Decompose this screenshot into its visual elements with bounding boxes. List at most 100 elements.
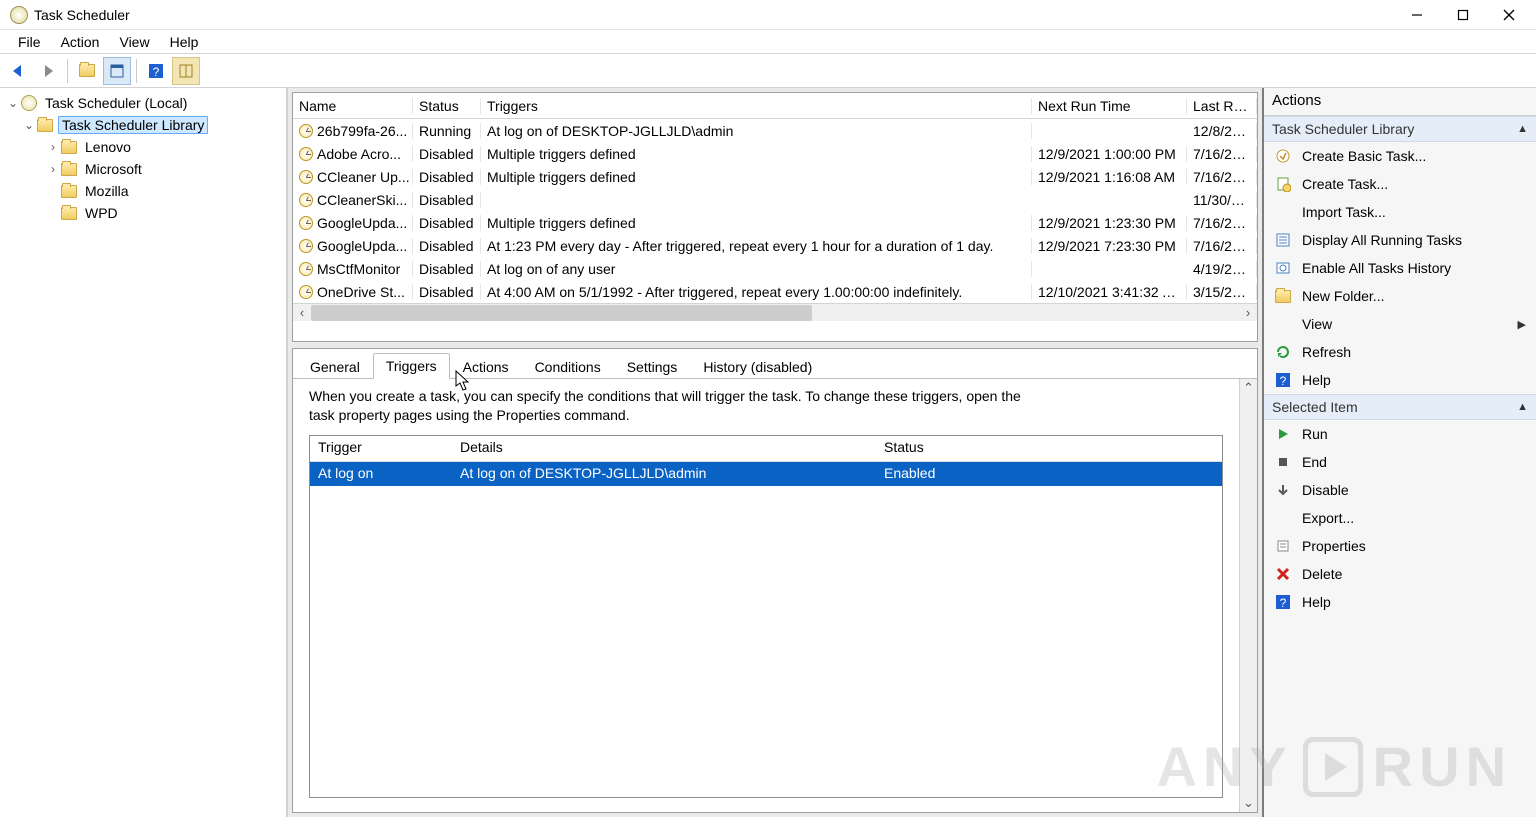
action-item[interactable]: Delete [1264,560,1536,588]
col-lastrun[interactable]: Last Run T [1187,98,1257,114]
tree-item-microsoft[interactable]: › Microsoft [0,158,286,180]
tree-pane[interactable]: ⌄ Task Scheduler (Local) ⌄ Task Schedule… [0,88,288,817]
chevron-right-icon[interactable]: › [46,140,60,154]
action-item[interactable]: ?Help [1264,366,1536,394]
action-item[interactable]: Enable All Tasks History [1264,254,1536,282]
action-item[interactable]: Refresh [1264,338,1536,366]
menu-file[interactable]: File [8,34,51,50]
col-name[interactable]: Name [293,98,413,114]
tab-settings[interactable]: Settings [614,354,691,379]
toolbar-show-hide-button[interactable] [103,57,131,85]
col-trigger[interactable]: Trigger [310,436,452,461]
chevron-down-icon[interactable]: ⌄ [22,118,36,132]
task-row[interactable]: CCleanerSki...Disabled11/30/199 [293,188,1257,211]
task-row[interactable]: GoogleUpda...DisabledMultiple triggers d… [293,211,1257,234]
triggers-table[interactable]: Trigger Details Status At log onAt log o… [309,435,1223,798]
tasks-h-scrollbar[interactable]: ‹ › [293,303,1257,321]
tasks-list[interactable]: Name Status Triggers Next Run Time Last … [292,92,1258,342]
stop-icon [1274,453,1292,471]
chevron-up-icon[interactable]: ▲ [1517,401,1528,413]
blank-icon [1274,203,1292,221]
col-status[interactable]: Status [413,98,481,114]
actions-section-library[interactable]: Task Scheduler Library ▲ [1264,116,1536,142]
tree-item-label: Microsoft [82,161,145,177]
action-item[interactable]: New Folder... [1264,282,1536,310]
task-row[interactable]: CCleaner Up...DisabledMultiple triggers … [293,165,1257,188]
scroll-left-icon[interactable]: ‹ [293,304,311,322]
col-nextrun[interactable]: Next Run Time [1032,98,1187,114]
action-item[interactable]: Run [1264,420,1536,448]
action-item[interactable]: ?Help [1264,588,1536,616]
scroll-up-icon[interactable]: ⌃ [1240,379,1257,397]
col-triggers[interactable]: Triggers [481,98,1032,114]
folder-icon [61,185,77,198]
col-details[interactable]: Details [452,436,876,461]
blank-icon [1274,315,1292,333]
menu-action[interactable]: Action [51,34,110,50]
task-row[interactable]: Adobe Acro...DisabledMultiple triggers d… [293,142,1257,165]
tree-item-mozilla[interactable]: Mozilla [0,180,286,202]
tab-triggers[interactable]: Triggers [373,353,450,379]
actions-pane: Actions Task Scheduler Library ▲ Create … [1262,88,1536,817]
action-item[interactable]: Disable [1264,476,1536,504]
chevron-down-icon[interactable]: ⌄ [6,96,20,110]
action-item[interactable]: View▶ [1264,310,1536,338]
toolbar-up-button[interactable] [73,57,101,85]
tab-actions[interactable]: Actions [450,354,522,379]
actions-section-selected[interactable]: Selected Item ▲ [1264,394,1536,420]
toolbar-pane-button[interactable] [172,57,200,85]
minimize-button[interactable] [1394,0,1440,30]
down-icon [1274,481,1292,499]
action-label: View [1302,316,1332,332]
svg-text:?: ? [1280,374,1287,388]
action-item[interactable]: Display All Running Tasks [1264,226,1536,254]
actions-section-label: Selected Item [1272,399,1358,415]
action-item[interactable]: Properties [1264,532,1536,560]
menu-view[interactable]: View [109,34,159,50]
trigger-row[interactable]: At log onAt log on of DESKTOP-JGLLJLD\ad… [310,462,1222,486]
col-status[interactable]: Status [876,436,964,461]
scroll-right-icon[interactable]: › [1239,304,1257,322]
action-item[interactable]: Import Task... [1264,198,1536,226]
tree-item-lenovo[interactable]: › Lenovo [0,136,286,158]
maximize-button[interactable] [1440,0,1486,30]
task-name: CCleaner Up... [317,169,410,185]
watermark-text: ANY [1156,734,1292,799]
folder-icon [1274,287,1292,305]
task-name: OneDrive St... [317,284,405,300]
task-name: GoogleUpda... [317,215,407,231]
action-item[interactable]: Export... [1264,504,1536,532]
action-item[interactable]: Create Task... [1264,170,1536,198]
chevron-up-icon[interactable]: ▲ [1517,123,1528,135]
action-item[interactable]: End [1264,448,1536,476]
task-triggers: Multiple triggers defined [481,146,1032,162]
toolbar-help-button[interactable]: ? [142,57,170,85]
tab-conditions[interactable]: Conditions [522,354,614,379]
tab-general[interactable]: General [297,354,373,379]
scroll-thumb[interactable] [311,305,812,321]
scroll-track[interactable] [311,304,1239,322]
task-lastrun: 7/16/2021 [1187,215,1257,231]
close-button[interactable] [1486,0,1532,30]
folder-icon [61,141,77,154]
tree-item-wpd[interactable]: WPD [0,202,286,224]
task-lastrun: 7/16/2021 [1187,146,1257,162]
task-row[interactable]: MsCtfMonitorDisabledAt log on of any use… [293,257,1257,280]
folder-icon [61,163,77,176]
clock-icon [299,239,313,253]
task-lastrun: 12/8/2021 [1187,123,1257,139]
tree-root[interactable]: ⌄ Task Scheduler (Local) [0,92,286,114]
tree-library[interactable]: ⌄ Task Scheduler Library [0,114,286,136]
task-row[interactable]: GoogleUpda...DisabledAt 1:23 PM every da… [293,234,1257,257]
task-detail: General Triggers Actions Conditions Sett… [292,348,1258,813]
toolbar-back-button[interactable] [4,57,32,85]
watermark-text: RUN [1373,734,1512,799]
action-item[interactable]: Create Basic Task... [1264,142,1536,170]
toolbar-forward-button[interactable] [34,57,62,85]
action-label: Create Task... [1302,176,1388,192]
chevron-right-icon[interactable]: › [46,162,60,176]
task-row[interactable]: OneDrive St...DisabledAt 4:00 AM on 5/1/… [293,280,1257,303]
menu-help[interactable]: Help [160,34,209,50]
tab-history[interactable]: History (disabled) [690,354,825,379]
task-row[interactable]: 26b799fa-26...RunningAt log on of DESKTO… [293,119,1257,142]
